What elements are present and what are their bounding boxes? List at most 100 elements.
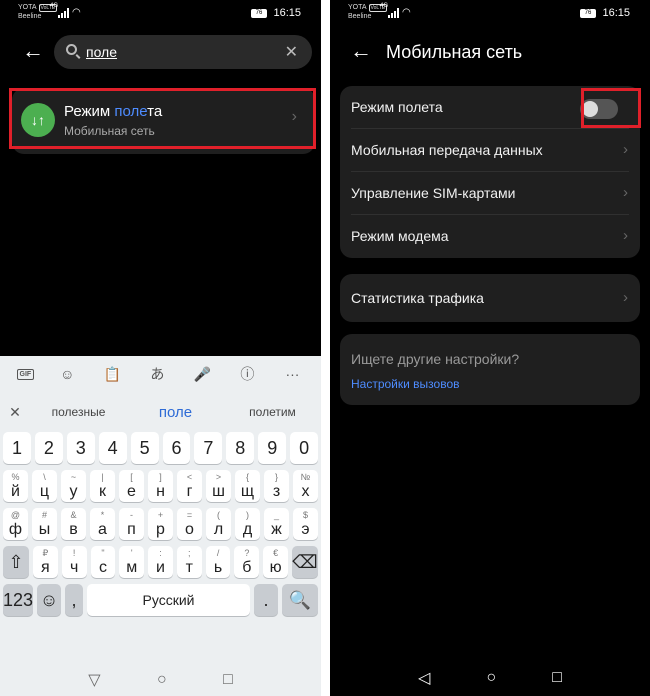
more-icon[interactable]: ··· [280, 366, 304, 382]
page-title: Мобильная сеть [386, 42, 523, 62]
backspace-key[interactable]: ⌫ [292, 546, 319, 578]
key-letter[interactable]: > ш [206, 470, 231, 502]
key-letter[interactable]: [е [119, 470, 144, 502]
key-label: 0 [299, 438, 310, 458]
clipboard-icon[interactable]: 📋 [100, 366, 124, 383]
space-key[interactable]: Русский [87, 584, 250, 616]
key-4[interactable]: 4 [98, 432, 127, 464]
key-letter[interactable]: } з [264, 470, 289, 502]
key-hint: = [186, 510, 193, 520]
back-nav-icon[interactable]: ▽ [88, 670, 100, 690]
carrier-name-2: Beeline [348, 13, 372, 20]
key-letter[interactable]: $ э [293, 508, 318, 540]
key-0[interactable]: 0 [290, 432, 319, 464]
carrier-name: YOTA [18, 4, 37, 11]
search-key[interactable]: 🔍 [282, 584, 318, 616]
call-settings-link[interactable]: Настройки вызовов [351, 377, 460, 391]
key-7[interactable]: 7 [194, 432, 223, 464]
home-nav-icon[interactable]: ○ [486, 669, 496, 687]
recents-nav-icon[interactable]: □ [552, 669, 562, 687]
keyboard-bottom-row: 123 ☺ , Русский . 🔍 [3, 584, 318, 616]
key-label: 6 [171, 438, 182, 458]
key-letter[interactable]: ) д [235, 508, 260, 540]
suggestion-word[interactable]: полетим [224, 405, 321, 419]
key-letter[interactable]: (л [206, 508, 231, 540]
key-label: 2 [43, 438, 54, 458]
key-letter[interactable]: € ю [263, 546, 289, 578]
arrow-left-icon[interactable]: ← [22, 40, 44, 62]
key-letter[interactable]: | к [90, 470, 115, 502]
key-letter[interactable]: _ ж [264, 508, 289, 540]
mobile-data-row[interactable]: Мобильная передача данных › [340, 129, 640, 172]
network-type: 4G [380, 3, 389, 9]
translate-icon[interactable]: あ [145, 364, 169, 384]
key-hint: ( [217, 510, 220, 520]
microphone-icon[interactable]: 🎤 [190, 366, 214, 383]
period-key[interactable]: . [254, 584, 278, 616]
navigation-bar: ▽ ○ □ [0, 664, 321, 696]
key-1[interactable]: 1 [3, 432, 31, 464]
suggestion-word-main[interactable]: поле [127, 404, 224, 421]
key-letter[interactable]: ; т [176, 546, 202, 578]
key-hint: ~ [70, 472, 77, 482]
key-letter[interactable]: % й [3, 470, 28, 502]
search-query[interactable]: поле [86, 44, 117, 60]
key-5[interactable]: 5 [130, 432, 159, 464]
key-9[interactable]: 9 [258, 432, 287, 464]
key-letter[interactable]: ! ч [61, 546, 87, 578]
key-letter[interactable]: + р [148, 508, 173, 540]
key-letter[interactable]: ~ у [61, 470, 86, 502]
key-letter[interactable]: -п [119, 508, 144, 540]
home-nav-icon[interactable]: ○ [157, 671, 167, 689]
traffic-stats-row[interactable]: Статистика трафика › [340, 274, 640, 322]
key-hint: | [101, 472, 104, 482]
key-letter[interactable]: ' м [119, 546, 145, 578]
key-label: 8 [235, 438, 246, 458]
traffic-stats-label: Статистика трафика [351, 290, 484, 306]
key-6[interactable]: 6 [162, 432, 191, 464]
key-label: 4 [107, 438, 118, 458]
key-label: 9 [267, 438, 278, 458]
key-letter[interactable]: & в [61, 508, 86, 540]
sym-key[interactable]: 123 [3, 584, 34, 616]
comma-key[interactable]: , [65, 584, 84, 616]
key-letter[interactable]: / ь [205, 546, 231, 578]
key-letter[interactable]: # ы [32, 508, 57, 540]
mobile-network-screen: YOTA VoLTE Beeline 4G ◠ 76 16:15 ← Мобиль… [330, 0, 650, 696]
status-bar: YOTA VoLTE Beeline 4G ◠ 76 16:15 [0, 0, 321, 26]
arrow-left-icon[interactable]: ← [350, 40, 372, 62]
key-8[interactable]: 8 [226, 432, 255, 464]
key-letter[interactable]: ? б [234, 546, 260, 578]
key-2[interactable]: 2 [34, 432, 63, 464]
key-letter[interactable]: {щ [235, 470, 260, 502]
sim-management-row[interactable]: Управление SIM-картами › [340, 172, 640, 215]
key-letter[interactable]: * а [90, 508, 115, 540]
key-letter[interactable]: = о [177, 508, 202, 540]
key-hint: ₽ [42, 548, 49, 558]
recents-nav-icon[interactable]: □ [223, 671, 233, 689]
key-letter[interactable]: № х [293, 470, 318, 502]
key-letter[interactable]: < г [177, 470, 202, 502]
key-hint: + [157, 510, 164, 520]
sticker-icon[interactable]: ☺ [55, 366, 79, 382]
info-icon[interactable]: ⓘ [235, 364, 259, 384]
key-letter[interactable]: " с [90, 546, 116, 578]
back-nav-icon[interactable]: ◁ [418, 668, 430, 688]
sym-key-label: 123 [3, 590, 34, 610]
search-input[interactable]: поле ✕ [54, 35, 312, 69]
key-letter[interactable]: ₽ я [33, 546, 58, 578]
suggestion-word[interactable]: полезные [30, 405, 127, 419]
gif-icon[interactable]: GIF [16, 368, 35, 380]
search-screen: YOTA VoLTE Beeline 4G ◠ 76 16:15 ← поле ✕… [0, 0, 321, 696]
key-letter[interactable]: ] н [148, 470, 173, 502]
shift-key[interactable]: ⇧ [3, 546, 29, 578]
close-icon[interactable]: ✕ [0, 404, 30, 421]
key-letter[interactable]: :и [148, 546, 173, 578]
key-3[interactable]: 3 [66, 432, 95, 464]
key-letter[interactable]: @ ф [3, 508, 28, 540]
emoji-key[interactable]: ☺ [37, 584, 62, 616]
tethering-row[interactable]: Режим модема › [340, 215, 640, 258]
key-letter[interactable]: \ ц [32, 470, 57, 502]
key-label: 7 [203, 438, 214, 458]
close-icon[interactable]: ✕ [285, 42, 298, 62]
